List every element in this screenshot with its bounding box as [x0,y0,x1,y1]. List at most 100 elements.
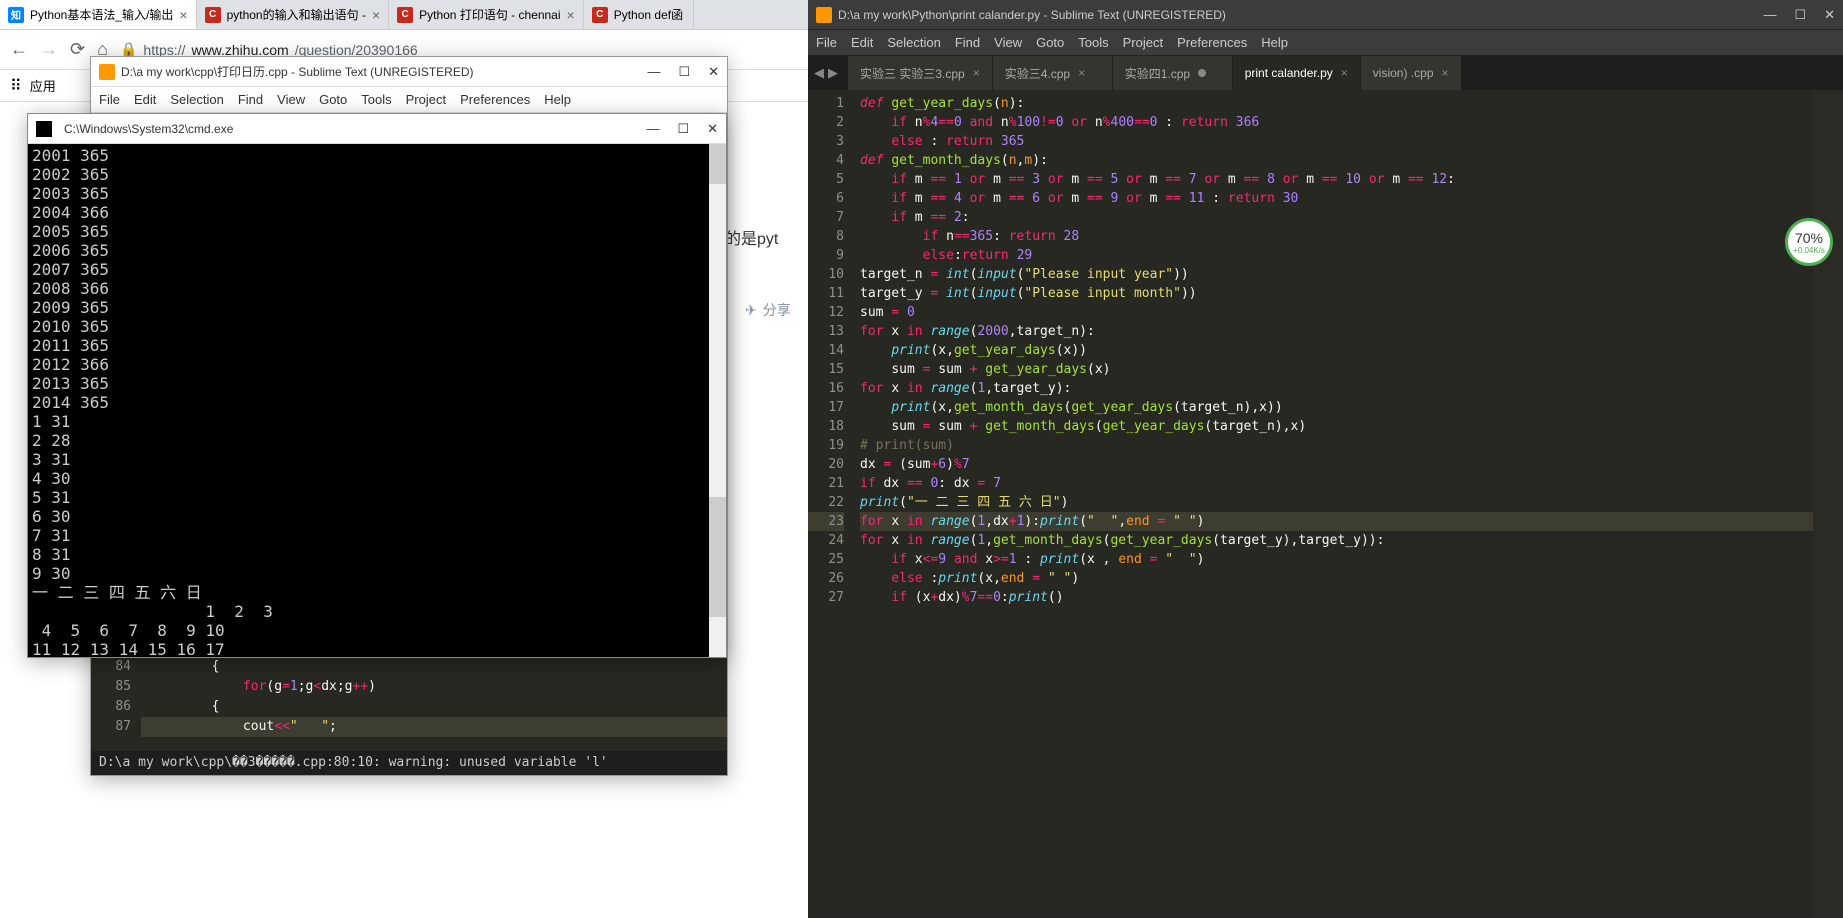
sublime-window-right: D:\a my work\Python\print calander.py - … [808,0,1843,918]
page-text-peek: 的是pyt [725,225,778,249]
gutter: 1234567891011121314151617181920212223242… [808,90,852,918]
scrollbar[interactable] [709,144,726,657]
minimize-icon[interactable]: — [647,64,660,80]
titlebar[interactable]: C:\Windows\System32\cmd.exe — ☐ ✕ [28,114,726,144]
menu-project[interactable]: Project [1123,35,1163,50]
tab-title: python的输入和输出语句 - [227,6,366,23]
menu-goto[interactable]: Goto [1036,35,1064,50]
sublime-icon [816,7,832,23]
apps-label[interactable]: 应用 [30,76,56,95]
reload-icon[interactable]: ⟳ [70,39,85,60]
tab-label: 实验四1.cpp [1125,65,1190,82]
menu-edit[interactable]: Edit [851,35,873,50]
menu-view[interactable]: View [277,92,305,107]
cmd-icon [36,121,52,137]
menu-file[interactable]: File [816,35,837,50]
close-icon[interactable]: ✕ [708,64,719,80]
close-icon[interactable]: × [1442,66,1449,80]
close-icon[interactable]: × [1341,66,1348,80]
editor-tab[interactable]: 实验三4.cpp× [993,56,1113,90]
share-button[interactable]: ✈ 分享 [745,300,791,320]
menu-project[interactable]: Project [406,92,446,107]
apps-icon[interactable]: ⠿ [10,76,22,96]
code-area[interactable]: def get_year_days(n): if n%4==0 and n%10… [852,90,1813,918]
code-text: { [141,697,219,717]
browser-tab[interactable]: 知 Python基本语法_输入/输出 × [0,0,197,29]
browser-tab[interactable]: C python的输入和输出语句 - × [197,0,390,29]
tab-label: print calander.py [1245,66,1333,80]
menu-goto[interactable]: Goto [319,92,347,107]
menu-bar: File Edit Selection Find View Goto Tools… [808,30,1843,56]
line-number: 85 [91,677,141,697]
menu-find[interactable]: Find [955,35,980,50]
code-text: cout<<" "; [141,717,337,737]
menu-preferences[interactable]: Preferences [460,92,530,107]
editor-tab[interactable]: vision) .cpp × [1361,56,1462,90]
editor-tab[interactable]: 实验四1.cpp [1113,56,1233,90]
menu-selection[interactable]: Selection [887,35,940,50]
line-number: 87 [91,717,141,737]
close-icon[interactable]: × [567,7,575,23]
line-number: 86 [91,697,141,717]
csdn-favicon: C [592,7,608,23]
close-icon[interactable]: × [179,7,187,23]
tab-label: vision) .cpp [1373,66,1434,80]
menu-file[interactable]: File [99,92,120,107]
close-icon[interactable]: × [372,7,380,23]
tab-title: Python基本语法_输入/输出 [30,6,173,23]
csdn-favicon: C [397,7,413,23]
menu-find[interactable]: Find [238,92,263,107]
menu-help[interactable]: Help [544,92,571,107]
cmd-output[interactable]: 2001 365 2002 365 2003 365 2004 366 2005… [28,144,726,657]
tab-prev-icon[interactable]: ◀ [814,65,824,81]
menu-bar: File Edit Selection Find View Goto Tools… [91,87,727,113]
tab-nav: ◀ ▶ [814,56,838,90]
scroll-up-icon[interactable] [709,144,726,184]
window-title: C:\Windows\System32\cmd.exe [64,122,233,136]
minimap[interactable] [1813,90,1843,918]
tab-next-icon[interactable]: ▶ [828,65,838,81]
menu-view[interactable]: View [994,35,1022,50]
tab-label: 实验三 实验三3.cpp [860,65,965,82]
menu-preferences[interactable]: Preferences [1177,35,1247,50]
menu-tools[interactable]: Tools [361,92,391,107]
share-icon: ✈ [745,302,757,319]
tab-title: Python 打印语句 - chennai [419,6,560,23]
forward-icon[interactable]: → [40,39,58,60]
line-number: 84 [91,657,141,677]
close-icon[interactable]: ✕ [707,121,718,137]
window-title: D:\a my work\cpp\打印日历.cpp - Sublime Text… [121,63,474,80]
speed-percent: 70% [1795,230,1823,246]
cmd-window: C:\Windows\System32\cmd.exe — ☐ ✕ 2001 3… [27,113,727,658]
titlebar[interactable]: D:\a my work\Python\print calander.py - … [808,0,1843,30]
speed-rate: +0.04K/s [1793,246,1825,255]
back-icon[interactable]: ← [10,39,28,60]
maximize-icon[interactable]: ☐ [678,64,690,80]
scroll-thumb[interactable] [709,497,726,617]
editor-tab[interactable]: 实验三 实验三3.cpp × [848,56,993,90]
browser-tab[interactable]: C Python 打印语句 - chennai × [389,0,584,29]
close-icon[interactable]: × [1078,66,1085,80]
csdn-favicon: C [205,7,221,23]
window-title: D:\a my work\Python\print calander.py - … [838,8,1226,22]
minimize-icon[interactable]: — [1763,7,1776,23]
editor-tab-active[interactable]: print calander.py × [1233,56,1361,90]
sublime-icon [99,64,115,80]
close-icon[interactable]: ✕ [1824,7,1835,23]
browser-tab[interactable]: C Python def函 [584,0,694,29]
menu-help[interactable]: Help [1261,35,1288,50]
menu-selection[interactable]: Selection [170,92,223,107]
editor-body: 1234567891011121314151617181920212223242… [808,90,1843,918]
close-icon[interactable]: × [973,66,980,80]
menu-edit[interactable]: Edit [134,92,156,107]
maximize-icon[interactable]: ☐ [1794,7,1806,23]
titlebar[interactable]: D:\a my work\cpp\打印日历.cpp - Sublime Text… [91,57,727,87]
network-speed-badge[interactable]: 70% +0.04K/s [1785,218,1833,266]
zhihu-favicon: 知 [8,7,24,23]
maximize-icon[interactable]: ☐ [677,121,689,137]
menu-tools[interactable]: Tools [1078,35,1108,50]
build-output: D:\a my work\cpp\��3�����.cpp:80:10: war… [91,751,727,775]
minimize-icon[interactable]: — [646,121,659,137]
tab-title: Python def函 [614,6,685,23]
code-text: for(g=1;g<dx;g++) [141,677,376,697]
